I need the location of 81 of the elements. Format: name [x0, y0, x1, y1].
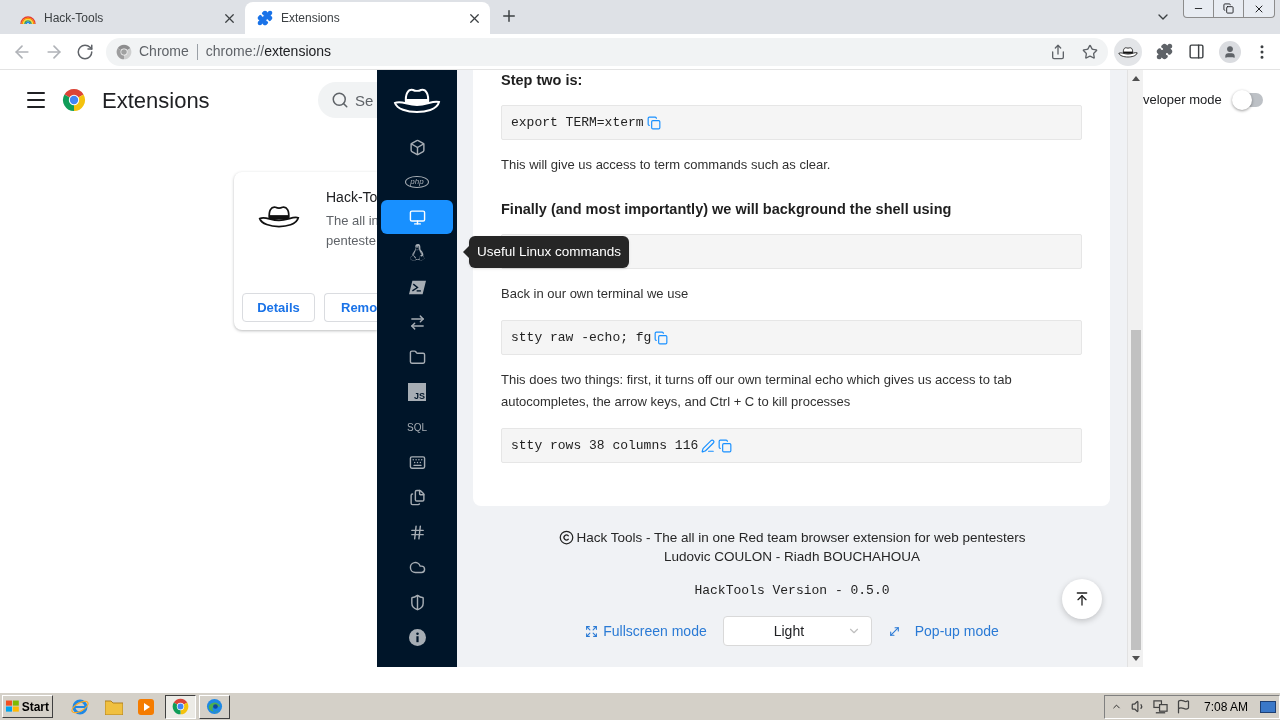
fullscreen-link[interactable]: Fullscreen mode — [585, 620, 707, 642]
body-text: Back in our own terminal we use — [501, 285, 690, 303]
extensions-puzzle-icon[interactable] — [1156, 43, 1173, 60]
folder-icon — [408, 348, 426, 366]
tooltip: Useful Linux commands — [463, 236, 630, 268]
share-icon[interactable] — [1050, 43, 1066, 60]
tab-title: Extensions — [281, 10, 340, 27]
copy-icon[interactable] — [718, 438, 733, 453]
windows-flag-icon — [6, 700, 20, 713]
chrome-logo-icon — [62, 88, 86, 112]
side-panel-icon[interactable] — [1188, 43, 1205, 60]
section-heading: Finally (and most importantly) we will background the shell using — [501, 200, 953, 219]
js-logo: JS — [408, 383, 426, 401]
page-title: Extensions — [102, 86, 210, 115]
extension-name: Hack-To — [326, 188, 377, 207]
files-icon — [408, 488, 426, 506]
edit-icon[interactable] — [701, 438, 716, 453]
copy-icon[interactable] — [654, 330, 669, 345]
sidebar-item[interactable]: JS — [381, 375, 453, 409]
back-to-top-button[interactable] — [1062, 579, 1102, 619]
hat-icon — [258, 203, 300, 229]
address-bar[interactable]: Chrome chrome://extensions — [106, 37, 1108, 66]
puzzle-icon — [257, 10, 273, 26]
sidebar-item[interactable]: php — [381, 165, 453, 199]
theme-select[interactable]: Light — [722, 616, 872, 646]
bookmark-star-icon[interactable] — [1082, 43, 1098, 60]
profile-avatar[interactable] — [1219, 40, 1241, 63]
restore-icon — [1223, 3, 1234, 14]
person-icon — [1223, 44, 1237, 59]
credits-text: Hack Tools - The all in one Red team browser extension for web pentesters — [576, 529, 1026, 547]
browser-tab[interactable]: Extensions — [245, 2, 490, 34]
copyright-icon — [558, 530, 574, 545]
scroll-down-arrow-icon[interactable] — [1131, 656, 1140, 661]
extension-button[interactable] — [1114, 37, 1142, 66]
details-button[interactable]: Details — [242, 293, 315, 322]
browser-icon — [206, 698, 223, 715]
media-player-icon[interactable] — [138, 698, 154, 715]
shield-icon — [408, 593, 426, 611]
diagonal-arrows-icon — [887, 624, 901, 638]
authors-text: Ludovic COULON - Riadh BOUCHAHOUA — [664, 548, 920, 566]
action-center-flag-icon[interactable] — [1176, 699, 1191, 714]
developer-mode-label: veloper mode — [1143, 91, 1222, 110]
monitor-icon — [408, 208, 426, 226]
hat-logo-icon — [393, 86, 441, 114]
copy-icon[interactable] — [646, 115, 661, 130]
taskbar-window-button[interactable] — [165, 694, 196, 719]
chrome-logo-icon — [116, 43, 132, 60]
show-desktop-icon[interactable] — [1260, 700, 1276, 713]
swap-arrows-icon — [408, 313, 426, 331]
popup-mode-link[interactable]: Pop-up mode — [887, 620, 999, 642]
body-text: This does two things: first, it turns off our own terminal echo which gives us access to tab autocompletes, the arrow keys, and Ctrl + C to kill processes — [501, 371, 1013, 411]
browser-tab[interactable]: Hack-Tools — [8, 2, 245, 34]
expand-icon — [585, 624, 599, 638]
tab-title: Hack-Tools — [44, 10, 104, 27]
scroll-up-arrow-icon[interactable] — [1131, 76, 1140, 81]
search-field[interactable]: Se — [318, 82, 377, 118]
cube-icon — [408, 138, 426, 156]
new-tab-icon[interactable] — [500, 7, 518, 25]
penguin-icon — [408, 243, 426, 261]
chrome-icon — [172, 698, 189, 715]
version-text: HackTools Version - 0.5.0 — [694, 582, 890, 600]
section-heading: Step two is: — [501, 71, 584, 90]
info-icon — [408, 628, 426, 646]
body-text: This will give us access to term commands such as clear. — [501, 156, 832, 174]
code-text: stty rows 38 columns 116 — [511, 436, 699, 455]
sidebar-item[interactable]: SQL — [381, 410, 453, 444]
keyboard-icon — [408, 453, 426, 471]
network-icon[interactable] — [1153, 699, 1168, 714]
site-label: Chrome — [139, 42, 189, 61]
arrow-up-to-line-icon — [1074, 591, 1090, 607]
scrollbar-thumb[interactable] — [1130, 330, 1141, 650]
reload-icon[interactable] — [76, 42, 94, 61]
start-button[interactable]: Start — [2, 695, 53, 718]
hat-icon — [1118, 45, 1138, 58]
clock-text: 7:08 AM — [1204, 698, 1249, 716]
search-icon — [331, 91, 349, 109]
code-text: export TERM=xterm — [511, 113, 644, 132]
hash-icon — [408, 523, 426, 541]
url-text: chrome://extensions — [205, 42, 332, 61]
terminal-icon — [408, 278, 426, 296]
code-text: stty raw -echo; fg — [511, 328, 652, 347]
